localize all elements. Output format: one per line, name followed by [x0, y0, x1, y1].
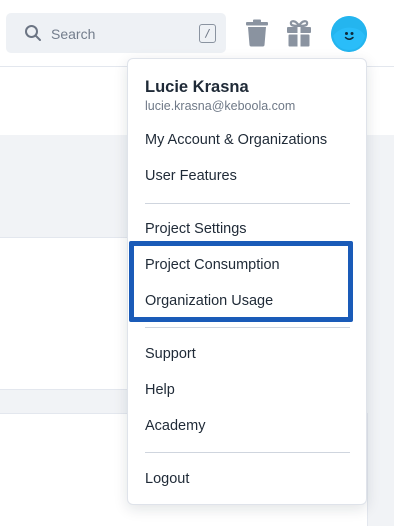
highlight-box: [129, 241, 353, 322]
top-bar: Search /: [0, 0, 394, 67]
menu-divider: [145, 327, 350, 328]
search-shortcut-key: /: [199, 24, 216, 43]
menu-item-my-account[interactable]: My Account & Organizations: [145, 132, 327, 148]
menu-item-project-settings[interactable]: Project Settings: [145, 221, 247, 237]
user-menu-dropdown: Lucie Krasna lucie.krasna@keboola.com My…: [127, 58, 367, 505]
page: Search / Lucie Krasna lucie.krasna@keboo…: [0, 0, 394, 526]
menu-divider: [145, 203, 350, 204]
menu-item-logout[interactable]: Logout: [145, 471, 189, 487]
menu-item-help[interactable]: Help: [145, 382, 175, 398]
menu-divider: [145, 452, 350, 453]
trash-icon[interactable]: [244, 19, 270, 47]
avatar[interactable]: [331, 16, 367, 52]
menu-item-organization-usage[interactable]: Organization Usage: [145, 293, 273, 309]
search-placeholder: Search: [51, 26, 96, 42]
menu-item-support[interactable]: Support: [145, 346, 196, 362]
search-box[interactable]: Search /: [6, 13, 226, 53]
menu-item-user-features[interactable]: User Features: [145, 168, 237, 184]
menu-item-project-consumption[interactable]: Project Consumption: [145, 257, 280, 273]
user-name: Lucie Krasna: [145, 78, 249, 96]
menu-item-academy[interactable]: Academy: [145, 418, 205, 434]
content-card: [0, 237, 140, 390]
gift-icon[interactable]: [286, 19, 312, 47]
user-email: lucie.krasna@keboola.com: [145, 99, 296, 113]
search-icon: [25, 25, 41, 41]
